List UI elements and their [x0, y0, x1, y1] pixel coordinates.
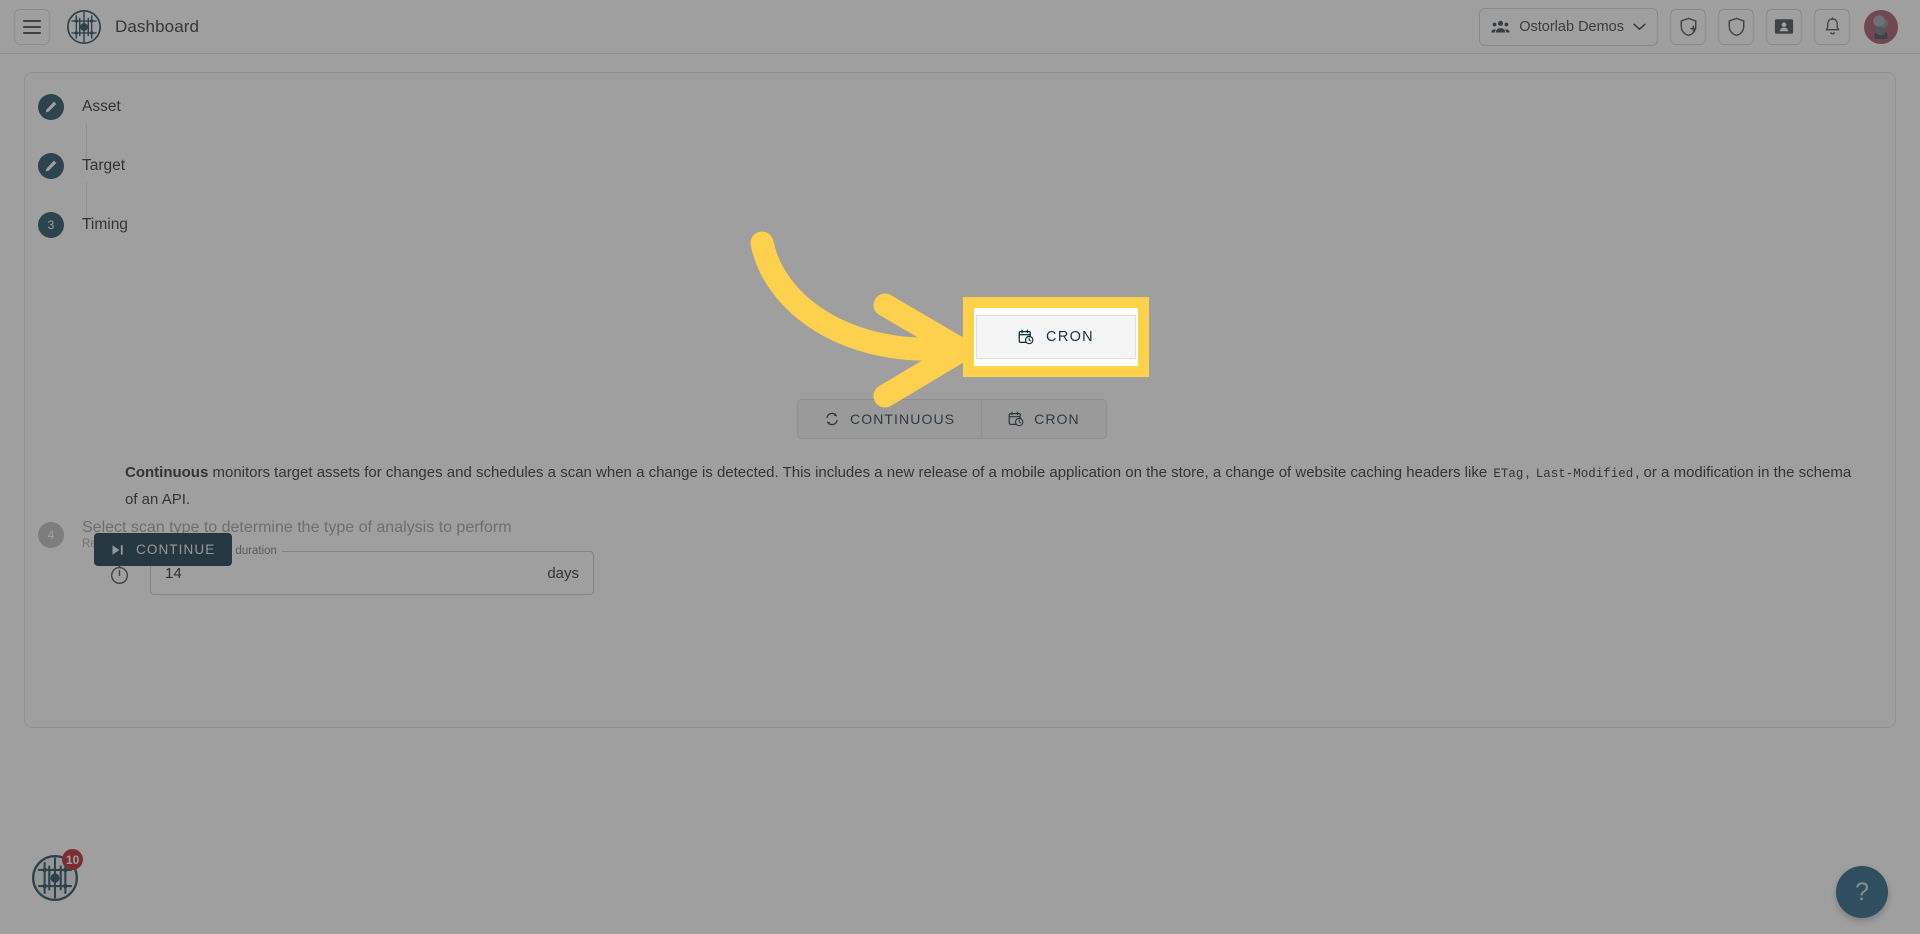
timing-description-lead: Continuous — [125, 464, 209, 481]
organization-name: Ostorlab Demos — [1519, 18, 1624, 35]
step-label-timing: Timing — [82, 216, 128, 233]
people-group-icon — [1491, 20, 1510, 33]
step-marker-timing: 3 — [38, 212, 64, 238]
avatar[interactable] — [1864, 9, 1898, 44]
avatar-image — [1871, 14, 1891, 39]
ostorlab-logo-icon — [67, 9, 101, 44]
security-button[interactable] — [1718, 8, 1754, 45]
step-marker-scan-type: 4 — [38, 521, 64, 548]
continue-button-label: CONTINUE — [136, 542, 216, 557]
ostorlab-floating-logo[interactable]: 10 — [32, 849, 84, 901]
toggle-cron-label: CRON — [1034, 411, 1080, 427]
toggle-continuous-button[interactable]: CONTINUOUS — [797, 399, 982, 439]
chevron-down-icon — [1633, 23, 1646, 30]
duration-unit-suffix: days — [547, 564, 579, 582]
sync-refresh-icon — [826, 412, 838, 426]
step-label-asset: Asset — [82, 98, 121, 115]
max-no-scan-duration-input[interactable] — [165, 564, 548, 582]
page-title: Dashboard — [115, 16, 200, 36]
calendar-clock-icon — [1008, 411, 1024, 427]
step-marker-asset — [38, 94, 64, 120]
scan-wizard-card: Asset Target 3 Timing 4 Select scan type… — [24, 72, 1896, 728]
sidebar-item-timing[interactable]: 3 Timing — [38, 212, 128, 238]
toggle-continuous-label: CONTINUOUS — [850, 411, 956, 427]
help-button[interactable]: ? — [1836, 866, 1888, 918]
id-card-icon — [1774, 19, 1794, 34]
skip-next-icon — [112, 544, 123, 555]
sidebar-item-asset[interactable]: Asset — [38, 94, 121, 120]
cron-button-highlighted[interactable]: CRON — [976, 315, 1136, 359]
timing-description-sep: , — [1525, 464, 1530, 481]
bell-icon — [1825, 17, 1839, 35]
timing-description: Continuous monitors target assets for ch… — [125, 460, 1865, 512]
step-label-target: Target — [82, 157, 126, 174]
calendar-clock-icon — [1018, 329, 1034, 345]
edit-pencil-icon — [45, 160, 57, 172]
organization-selector[interactable]: Ostorlab Demos — [1479, 7, 1658, 46]
step-marker-target — [38, 153, 64, 179]
shield-plus-icon — [1680, 17, 1696, 36]
edit-pencil-icon — [45, 101, 57, 113]
cron-button-label: CRON — [1046, 329, 1094, 345]
timing-mode-toggle-group: CONTINUOUS CRON — [797, 399, 1107, 439]
add-scan-button[interactable] — [1670, 8, 1706, 45]
shield-icon — [1728, 17, 1744, 36]
tickets-button[interactable] — [1766, 8, 1802, 45]
hamburger-menu-icon[interactable] — [14, 8, 50, 45]
app-bar: Dashboard Ostorlab Demos — [0, 0, 1920, 54]
notification-badge: 10 — [62, 849, 84, 870]
toggle-cron-button[interactable]: CRON — [981, 399, 1107, 439]
notifications-button[interactable] — [1814, 8, 1850, 45]
code-etag: ETag — [1493, 467, 1524, 481]
sidebar-item-target[interactable]: Target — [38, 153, 125, 179]
page-root: Dashboard Ostorlab Demos Asset Target 3 … — [0, 0, 1920, 934]
timing-description-part1: monitors target assets for changes and s… — [208, 464, 1492, 481]
code-last-modified: Last-Modified — [1535, 467, 1634, 481]
continue-button[interactable]: CONTINUE — [94, 533, 233, 566]
